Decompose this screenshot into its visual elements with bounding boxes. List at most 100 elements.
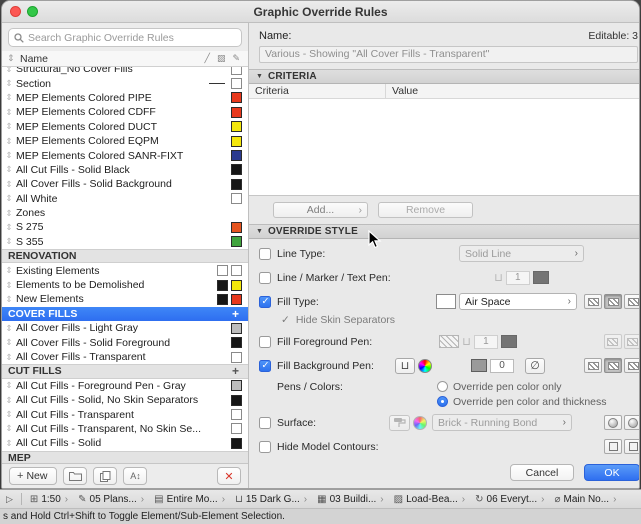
search-input[interactable] <box>28 31 236 44</box>
apply-to-drafting-fill-toggle[interactable] <box>624 294 639 309</box>
rule-item[interactable]: ⇕ All Cut Fills - Transparent <box>2 407 248 421</box>
rule-item[interactable]: ⇕ All Cover Fills - Light Gray <box>2 321 248 335</box>
fill-background-pen-number[interactable]: 0 <box>490 358 514 373</box>
fill-type-dropdown[interactable]: Air Space › <box>459 293 577 310</box>
new-folder-button[interactable] <box>63 467 88 485</box>
rule-item[interactable]: ⇕ MEP Elements Colored CDFF <box>2 105 248 119</box>
rule-item[interactable]: ⇕ All White <box>2 192 248 206</box>
quick-options-structure-display[interactable]: ▤ Entire Mo... › <box>152 494 227 505</box>
apply-to-cut-fill-toggle[interactable] <box>584 358 602 373</box>
color-wheel-icon[interactable] <box>413 415 427 430</box>
hide-skin-separators-label[interactable]: Hide Skin Separators <box>296 314 395 326</box>
rule-item[interactable]: ⇕ All Cover Fills - Solid Background <box>2 177 248 191</box>
line-pen-checkbox[interactable] <box>259 271 271 284</box>
rule-item[interactable]: ⇕ S 275 <box>2 220 248 234</box>
fill-foreground-pen-checkbox[interactable] <box>259 335 271 348</box>
quick-options-renovation-filter[interactable]: ↻ 06 Everyt... › <box>473 494 546 505</box>
color-swatch <box>231 135 242 147</box>
remove-criteria-button[interactable]: Remove <box>378 201 473 218</box>
rule-item[interactable]: ⇕ Elements to be Demolished <box>2 278 248 292</box>
apply-to-cut-fill-toggle[interactable] <box>584 294 602 309</box>
duplicate-button[interactable] <box>93 467 118 485</box>
apply-to-cover-fill-toggle[interactable] <box>603 334 622 349</box>
contour-option-toggle[interactable] <box>604 439 622 454</box>
rule-item[interactable]: ⇕ S 355 <box>2 235 248 249</box>
collapse-triangle-icon: ▼ <box>256 72 263 80</box>
quick-options-layer-combination[interactable]: ✎ 05 Plans... › <box>76 494 146 505</box>
surface-paint-button[interactable] <box>389 414 410 431</box>
line-pen-color-swatch[interactable] <box>532 271 549 284</box>
rule-item[interactable]: ⇕ MEP Elements Colored PIPE <box>2 91 248 105</box>
apply-to-cover-fill-toggle[interactable] <box>604 294 622 309</box>
rule-item[interactable]: ⇕ MEP Elements Colored SANR-FIXT <box>2 148 248 162</box>
line-type-checkbox[interactable] <box>259 247 271 260</box>
statusbar-disclosure-icon[interactable]: ▷ <box>4 494 15 505</box>
criteria-section-header[interactable]: ▼ CRITERIA <box>249 68 639 84</box>
apply-to-cut-surface-toggle[interactable] <box>604 415 622 430</box>
zoom-window-button[interactable] <box>27 6 38 17</box>
hide-model-contours-label: Hide Model Contours: <box>277 440 379 453</box>
cancel-button[interactable]: Cancel <box>510 464 574 481</box>
background-pen-picker-button[interactable]: ⊔ <box>395 357 415 374</box>
rule-item[interactable]: ⇕ All Cut Fills - Foreground Pen - Gray <box>2 379 248 393</box>
line-pen-number[interactable]: 1 <box>505 270 530 285</box>
quick-options-graphic-override[interactable]: ▨ Load-Bea... › <box>392 494 468 505</box>
hide-model-contours-checkbox[interactable] <box>259 440 271 453</box>
quick-options-scale[interactable]: ⊞ 1:50 › <box>28 494 70 505</box>
quick-options-model-view[interactable]: ▦ 03 Buildi... › <box>315 494 386 505</box>
rule-group-header[interactable]: MEP <box>2 450 248 463</box>
pen-color-only-option[interactable]: Override pen color only <box>437 381 607 393</box>
apply-to-drafting-fill-toggle[interactable] <box>623 334 639 349</box>
list-header[interactable]: ⇕ Name ╱ ▨ ✎ <box>2 51 248 67</box>
fill-foreground-color-swatch[interactable] <box>500 335 517 348</box>
pen-color-and-thickness-option[interactable]: Override pen color and thickness <box>437 396 607 408</box>
quick-options-pen-set[interactable]: ⊔ 15 Dark G... › <box>233 494 309 505</box>
criteria-empty-area[interactable] <box>249 99 639 195</box>
radio-button[interactable] <box>437 381 448 392</box>
apply-to-uncut-surface-toggle[interactable] <box>624 415 639 430</box>
rule-item[interactable]: ⇕ All Cut Fills - Solid, No Skin Separato… <box>2 393 248 407</box>
ok-button[interactable]: OK <box>584 464 639 481</box>
rule-item[interactable]: ⇕ All Cut Fills - Solid <box>2 436 248 450</box>
titlebar[interactable]: Graphic Override Rules <box>2 1 639 23</box>
rule-item[interactable]: ⇕ New Elements <box>2 292 248 306</box>
add-rule-in-group-button[interactable]: + <box>232 365 239 377</box>
rule-item[interactable]: ⇕ MEP Elements Colored DUCT <box>2 120 248 134</box>
quick-options-dimensions[interactable]: ⌀ Main No... › <box>552 494 618 505</box>
rename-button[interactable]: A↕ <box>123 467 148 485</box>
rule-item[interactable]: ⇕ Existing Elements <box>2 263 248 277</box>
line-type-dropdown[interactable]: Solid Line › <box>459 245 584 262</box>
name-column-header[interactable]: Name <box>20 53 205 65</box>
fill-background-pen-checkbox[interactable] <box>259 359 271 372</box>
surface-dropdown[interactable]: Brick - Running Bond › <box>432 414 572 431</box>
no-pen-button[interactable]: ∅ <box>525 357 545 374</box>
rule-group-header[interactable]: COVER FILLS + <box>2 306 248 322</box>
apply-to-drafting-fill-toggle[interactable] <box>624 358 639 373</box>
rule-item[interactable]: ⇕ All Cover Fills - Solid Foreground <box>2 335 248 349</box>
contour-option-toggle[interactable] <box>624 439 639 454</box>
add-rule-in-group-button[interactable]: + <box>232 308 239 320</box>
rule-group-header[interactable]: CUT FILLS + <box>2 364 248 379</box>
override-style-section-header[interactable]: ▼ OVERRIDE STYLE <box>249 223 639 239</box>
apply-to-cover-fill-toggle[interactable] <box>604 358 622 373</box>
fill-type-checkbox[interactable] <box>259 295 271 308</box>
rule-item[interactable]: ⇕ All Cut Fills - Transparent, No Skin Se… <box>2 422 248 436</box>
rule-item[interactable]: ⇕ Zones <box>2 206 248 220</box>
add-criteria-button[interactable]: Add... › <box>273 201 368 218</box>
new-rule-button[interactable]: + New <box>9 467 58 485</box>
color-wheel-icon[interactable] <box>418 358 432 373</box>
fill-background-color-swatch[interactable] <box>471 359 487 372</box>
delete-rule-button[interactable]: ✕ <box>217 467 241 485</box>
rule-item[interactable]: ⇕ All Cut Fills - Solid Black <box>2 163 248 177</box>
search-box[interactable] <box>8 28 242 47</box>
rule-group-header[interactable]: RENOVATION <box>2 249 248 264</box>
rule-item[interactable]: ⇕ All Cover Fills - Transparent <box>2 350 248 364</box>
fill-foreground-pen-number[interactable]: 1 <box>473 334 498 349</box>
rule-name-input[interactable] <box>259 45 638 63</box>
rule-item[interactable]: ⇕ Section <box>2 76 248 90</box>
rule-item[interactable]: ⇕ MEP Elements Colored EQPM <box>2 134 248 148</box>
rule-item[interactable]: ⇕ Structural_No Cover Fills <box>2 67 248 76</box>
surface-checkbox[interactable] <box>259 416 271 429</box>
close-window-button[interactable] <box>10 6 21 17</box>
radio-button[interactable] <box>437 396 448 407</box>
